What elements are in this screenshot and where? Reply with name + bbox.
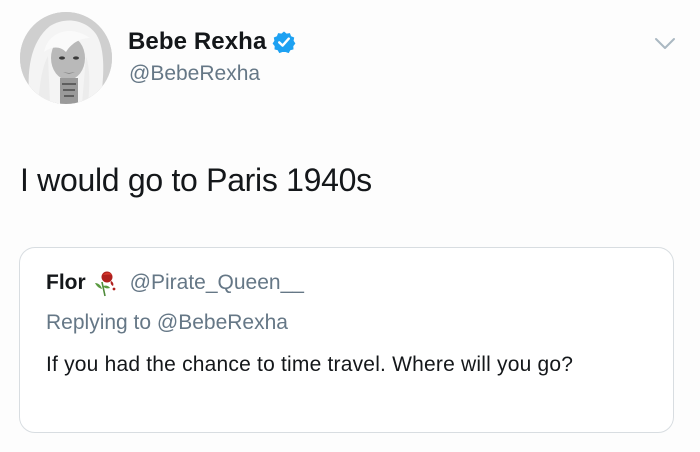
replying-to-line: Replying to @BebeRexha [46,311,288,334]
tweet-text: I would go to Paris 1940s [20,162,372,198]
wilted-rose-icon [92,269,118,297]
chevron-down-icon[interactable] [654,36,676,52]
verified-badge-icon [272,30,296,54]
quoted-tweet-header: Flor @Pirate_Queen__ [46,269,304,297]
quoted-author-name: Flor [46,271,86,294]
quoted-author-handle: @Pirate_Queen__ [129,271,304,294]
avatar-photo [20,12,112,104]
author-name-row: Bebe Rexha [128,27,296,57]
author-avatar[interactable] [20,12,112,104]
tweet-card: Bebe Rexha @BebeRexha I would go to Pari… [0,0,700,452]
quoted-tweet[interactable]: Flor @Pirate_Queen__ Replying to @BebeRe… [19,247,674,433]
quoted-tweet-text: If you had the chance to time travel. Wh… [46,353,574,376]
author-handle[interactable]: @BebeRexha [129,62,260,86]
author-display-name[interactable]: Bebe Rexha [128,28,266,56]
